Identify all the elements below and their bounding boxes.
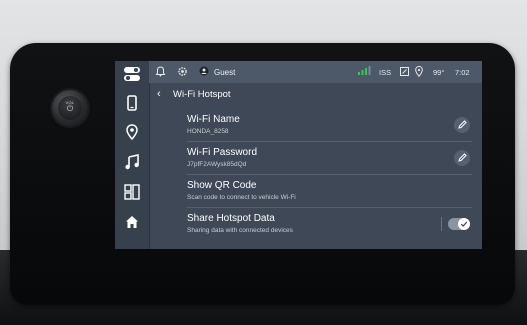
sidebar-item-navigation[interactable] <box>115 123 149 145</box>
phone-icon <box>127 94 137 116</box>
infotainment-screen: Guest ISS 99° 7:02 ‹ Wi-Fi Hotspot Wi-Fi… <box>115 61 482 249</box>
music-note-icon <box>125 153 139 175</box>
page-header: ‹ Wi-Fi Hotspot <box>149 83 482 107</box>
network-name: ISS <box>379 68 392 77</box>
page-title: Wi-Fi Hotspot <box>173 89 231 100</box>
setting-title: Wi-Fi Password <box>187 147 258 158</box>
toggle-knob <box>458 218 470 230</box>
status-bar: Guest ISS 99° 7:02 <box>149 61 482 83</box>
toggles-icon <box>124 66 140 86</box>
apps-grid-icon <box>124 183 140 205</box>
setting-value: HONDA_8258 <box>187 128 229 135</box>
setting-row-share-hotspot-data[interactable]: Share Hotspot Data Sharing data with con… <box>187 207 472 241</box>
profile-icon[interactable] <box>199 66 209 78</box>
sidebar-item-music[interactable] <box>115 153 149 175</box>
volume-knob[interactable]: VOL ⏻ <box>52 90 88 126</box>
setting-value: J7pfF2AWysk85dQd <box>187 161 247 168</box>
setting-title: Show QR Code <box>187 180 257 191</box>
photo-scene: VOL ⏻ Guest ISS 99° 7:02 ‹ Wi-Fi Hotspot… <box>0 0 527 325</box>
navigation-pin-icon <box>126 123 138 145</box>
signal-strength-icon <box>357 66 371 78</box>
notification-bell-icon[interactable] <box>155 66 166 79</box>
sidebar-item-apps[interactable] <box>115 183 149 205</box>
setting-description: Sharing data with connected devices <box>187 227 293 234</box>
setting-row-wifi-password[interactable]: Wi-Fi Password J7pfF2AWysk85dQd <box>187 141 472 175</box>
home-icon <box>125 215 139 234</box>
toggle-divider <box>441 217 442 231</box>
clock-time: 7:02 <box>455 68 470 77</box>
setting-row-show-qr-code[interactable]: Show QR Code Scan code to connect to veh… <box>187 174 472 208</box>
setting-title: Share Hotspot Data <box>187 213 275 224</box>
edit-wifi-password-button[interactable] <box>454 150 470 166</box>
back-button[interactable]: ‹ <box>157 88 161 100</box>
sidebar-item-home[interactable] <box>115 213 149 235</box>
sidebar-item-toggles[interactable] <box>115 65 149 87</box>
volume-knob-face[interactable]: VOL ⏻ <box>58 96 82 120</box>
share-hotspot-data-toggle[interactable] <box>448 218 470 230</box>
location-icon <box>415 65 423 79</box>
sidebar <box>115 61 150 249</box>
setting-description: Scan code to connect to vehicle Wi-Fi <box>187 194 296 201</box>
setting-row-wifi-name[interactable]: Wi-Fi Name HONDA_8258 <box>187 108 472 142</box>
pencil-icon <box>457 116 467 134</box>
pencil-icon <box>457 149 467 167</box>
power-icon: ⏻ <box>66 104 74 113</box>
setting-title: Wi-Fi Name <box>187 114 240 125</box>
checkmark-icon <box>460 215 468 233</box>
sidebar-item-phone[interactable] <box>115 94 149 116</box>
settings-gear-icon[interactable] <box>177 66 188 79</box>
map-icon <box>400 67 409 78</box>
outside-temperature: 99° <box>433 68 445 77</box>
profile-name[interactable]: Guest <box>214 68 235 77</box>
edit-wifi-name-button[interactable] <box>454 117 470 133</box>
